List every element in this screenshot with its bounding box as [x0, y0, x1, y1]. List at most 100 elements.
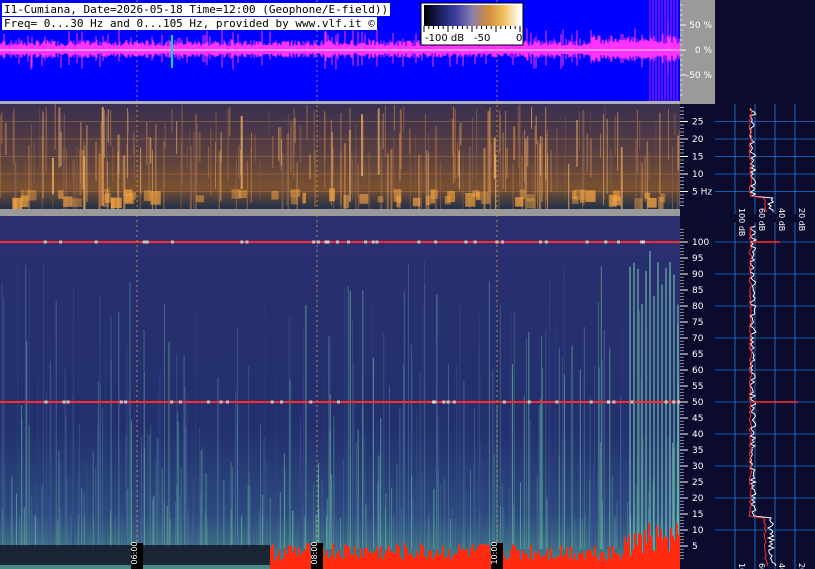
spectrogram-low-panel: 25 20 15 10 5 Hz [0, 104, 715, 216]
red-floor-column [642, 553, 644, 569]
profile-x-tick-label: 100 dB [737, 208, 746, 236]
red-floor-column [564, 554, 566, 569]
red-floor-column [334, 558, 336, 569]
red-floor-column [276, 556, 278, 569]
red-floor-column [530, 545, 532, 569]
hum-line-dot [677, 400, 681, 404]
hum-line-dot [124, 400, 128, 404]
red-floor-column [598, 560, 600, 569]
red-floor-column [670, 528, 672, 569]
red-floor-column [348, 546, 350, 569]
red-floor-column [572, 558, 574, 569]
red-floor-column [578, 553, 580, 569]
hum-line-dot [555, 400, 559, 404]
red-floor-column [432, 558, 434, 569]
red-floor-column [518, 550, 520, 569]
spectrogram-low-burst [608, 194, 617, 207]
red-floor-column [588, 549, 590, 569]
red-floor-column [658, 536, 660, 569]
red-floor-column [638, 533, 640, 569]
red-floor-column [324, 555, 326, 569]
hum-line-dot [170, 240, 174, 244]
header-title: I1-Cumiana, Date=2026-05-18 Time=12:00 (… [2, 3, 391, 16]
red-floor-column [656, 526, 658, 569]
spectrogram-low-burst [71, 198, 82, 207]
red-floor-column [550, 547, 552, 569]
hum-line-dot [664, 400, 668, 404]
hum-line-dot [442, 400, 446, 404]
hum-line-dot [371, 240, 375, 244]
red-floor-column [388, 545, 390, 569]
red-floor-column [510, 550, 512, 569]
vlf-spectrogram-display: 50 % 0 % -50 % 25 20 15 10 5 Hz 06:00 08:00 10:0… [0, 0, 815, 569]
red-floor-column [332, 543, 334, 569]
time-label: 06:00 [130, 541, 139, 564]
spectrogram-low-burst [238, 190, 247, 199]
hum-line-dot [538, 240, 542, 244]
red-floor-column [464, 550, 466, 569]
spectrogram-low-burst [58, 190, 64, 199]
spectrogram-low-burst [481, 192, 489, 204]
spectrogram-high-tick-label: 40 [692, 430, 704, 440]
spectrogram-high-tick-label: 45 [692, 414, 703, 424]
red-floor-column [664, 536, 666, 569]
panel-separator [0, 101, 680, 104]
amplitude-tick-label: 0 % [695, 46, 713, 56]
red-floor-column [302, 551, 304, 569]
red-floor-column [602, 552, 604, 569]
red-floor-column [474, 551, 476, 569]
red-floor-column [434, 555, 436, 569]
spectrogram-high-tick-label: 75 [692, 318, 703, 328]
red-floor-column [524, 553, 526, 569]
spectrogram-low-burst [647, 197, 657, 208]
profile-x-tick-label: 100 dB [737, 563, 746, 569]
red-floor-column [612, 545, 614, 569]
red-floor-column [362, 556, 364, 569]
red-floor-column [506, 560, 508, 569]
red-floor-column [540, 557, 542, 569]
red-floor-column [606, 560, 608, 569]
red-floor-column [566, 547, 568, 569]
red-floor-column [426, 558, 428, 569]
red-floor-column [360, 548, 362, 569]
red-floor-column [280, 560, 282, 569]
red-floor-column [604, 557, 606, 569]
red-floor-column [358, 558, 360, 569]
spectrogram-low-burst [290, 195, 298, 205]
red-floor-column [420, 543, 422, 569]
red-floor-column [626, 542, 628, 569]
hum-line-dot [206, 400, 210, 404]
hum-line-dot [226, 400, 230, 404]
red-floor-column [454, 553, 456, 569]
spectrogram-high-tick-label: 65 [692, 350, 703, 360]
red-floor-column [574, 553, 576, 569]
spectrogram-high-tick-label: 80 [692, 302, 704, 312]
red-floor-column [542, 555, 544, 569]
hum-line-dot [464, 240, 468, 244]
red-floor-column [608, 546, 610, 569]
red-floor-column [538, 550, 540, 569]
red-floor-column [616, 554, 618, 569]
spectrogram-low-burst [124, 189, 133, 197]
red-floor-column [352, 555, 354, 569]
red-floor-column [290, 545, 292, 569]
red-floor-column [376, 546, 378, 569]
spectrogram-high-bg [0, 216, 680, 569]
red-floor-column [526, 554, 528, 569]
red-floor-column [568, 558, 570, 569]
spectrogram-low-bottom-band [0, 209, 680, 216]
red-floor-column [380, 546, 382, 569]
hum-line-dot [452, 400, 456, 404]
spectrogram-low-tick-label: 25 [692, 118, 703, 128]
red-floor-column [298, 547, 300, 569]
red-floor-column [528, 558, 530, 569]
red-floor-column [438, 554, 440, 569]
red-floor-column [644, 530, 646, 569]
red-floor-column [416, 550, 418, 569]
red-floor-column [286, 553, 288, 569]
hum-line-dot [94, 240, 98, 244]
red-floor-column [356, 555, 358, 569]
red-floor-column [636, 544, 638, 569]
spectrogram-low-tick-label: 15 [692, 153, 703, 163]
spectrogram-high-tick-label: 30 [692, 462, 704, 472]
